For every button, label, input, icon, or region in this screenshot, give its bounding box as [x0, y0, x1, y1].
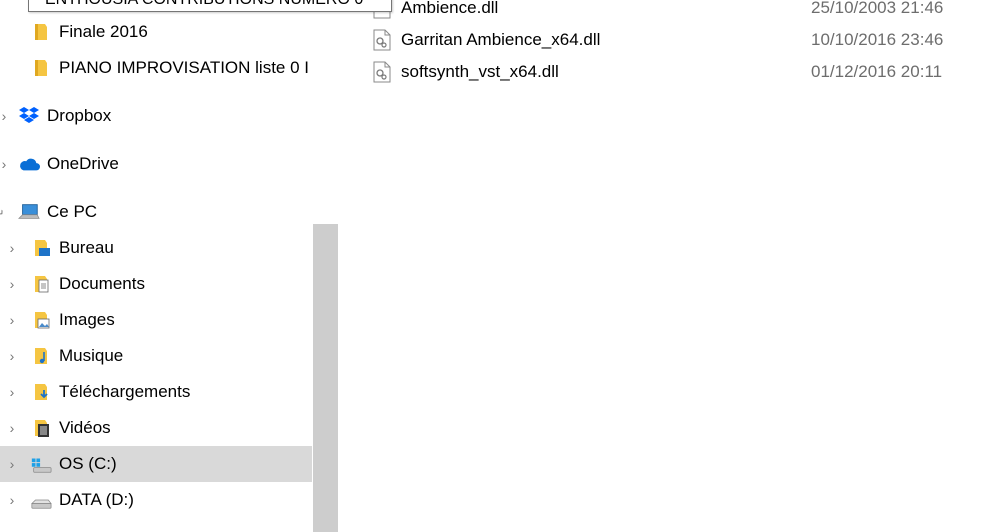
downloads-folder-icon: [30, 381, 52, 403]
nav-item-os-c[interactable]: › OS (C:): [0, 446, 312, 482]
file-row[interactable]: softsynth_vst_x64.dll 01/12/2016 20:11: [338, 56, 978, 88]
music-folder-icon: [30, 345, 52, 367]
nav-item-onedrive[interactable]: › OneDrive: [0, 146, 312, 182]
chevron-right-icon[interactable]: ›: [0, 108, 12, 124]
drive-icon: [30, 489, 52, 511]
chevron-right-icon[interactable]: ›: [4, 348, 20, 364]
videos-folder-icon: [30, 417, 52, 439]
chevron-expanded-icon[interactable]: ›: [0, 201, 13, 224]
nav-item-label: Dropbox: [47, 106, 112, 125]
nav-item-label: Images: [59, 310, 115, 329]
nav-item-label: Vidéos: [59, 418, 111, 437]
file-list: Ambience.dll 25/10/2003 21:46 Garritan A…: [338, 0, 992, 532]
nav-item-label: Ce PC: [47, 202, 98, 221]
nav-item-finale-2016[interactable]: Finale 2016: [0, 14, 312, 50]
nav-item-piano-improvisation[interactable]: PIANO IMPROVISATION liste 0 I: [0, 50, 312, 86]
chevron-right-icon[interactable]: ›: [4, 276, 20, 292]
nav-item-data-d[interactable]: › DATA (D:): [0, 482, 312, 518]
folder-icon: [30, 57, 52, 79]
dropbox-icon: [18, 105, 40, 127]
nav-item-images[interactable]: › Images: [0, 302, 312, 338]
dll-file-icon: [373, 61, 391, 83]
file-row[interactable]: Ambience.dll 25/10/2003 21:46: [338, 0, 978, 24]
file-name: softsynth_vst_x64.dll: [401, 62, 559, 81]
chevron-right-icon[interactable]: ›: [4, 492, 20, 508]
nav-item-dropbox[interactable]: › Dropbox: [0, 98, 312, 134]
nav-item-label: Téléchargements: [59, 382, 191, 401]
desktop-folder-icon: [30, 237, 52, 259]
nav-item-bureau[interactable]: › Bureau: [0, 230, 312, 266]
file-name: Ambience.dll: [401, 0, 499, 17]
chevron-right-icon[interactable]: ›: [0, 156, 12, 172]
pictures-folder-icon: [30, 309, 52, 331]
nav-scrollbar-thumb[interactable]: [313, 224, 338, 532]
nav-item-label: Documents: [59, 274, 145, 293]
nav-item-label: OneDrive: [47, 154, 119, 173]
nav-item-label: DATA (D:): [59, 490, 134, 509]
nav-item-label: Finale 2016: [59, 22, 148, 41]
chevron-right-icon[interactable]: ›: [4, 456, 20, 472]
chevron-right-icon[interactable]: ›: [4, 420, 20, 436]
navigation-pane: Finale 2016 PIANO IMPROVISATION liste 0 …: [0, 0, 338, 532]
file-row[interactable]: Garritan Ambience_x64.dll 10/10/2016 23:…: [338, 24, 978, 56]
nav-item-telechargements[interactable]: › Téléchargements: [0, 374, 312, 410]
dll-file-icon: [373, 29, 391, 51]
onedrive-cloud-icon: [18, 153, 40, 175]
file-date: 25/10/2003 21:46: [811, 0, 944, 17]
file-name: Garritan Ambience_x64.dll: [401, 30, 601, 49]
file-date: 10/10/2016 23:46: [811, 30, 944, 49]
chevron-right-icon[interactable]: ›: [4, 384, 20, 400]
nav-item-label: Bureau: [59, 238, 114, 257]
nav-item-label: PIANO IMPROVISATION liste 0 I: [59, 58, 310, 77]
nav-item-this-pc[interactable]: › Ce PC: [0, 194, 312, 230]
documents-folder-icon: [30, 273, 52, 295]
chevron-right-icon[interactable]: ›: [4, 240, 20, 256]
nav-item-label: OS (C:): [59, 454, 117, 473]
computer-icon: [18, 201, 40, 223]
file-date: 01/12/2016 20:11: [811, 62, 943, 81]
chevron-right-icon[interactable]: ›: [4, 312, 20, 328]
nav-item-documents[interactable]: › Documents: [0, 266, 312, 302]
nav-item-label: Musique: [59, 346, 124, 365]
windows-drive-icon: [30, 453, 52, 475]
nav-item-musique[interactable]: › Musique: [0, 338, 312, 374]
nav-item-videos[interactable]: › Vidéos: [0, 410, 312, 446]
tooltip: ENTHOUSIA CONTRIBUTIONS NUMERO 0: [28, 0, 392, 12]
folder-icon: [30, 21, 52, 43]
